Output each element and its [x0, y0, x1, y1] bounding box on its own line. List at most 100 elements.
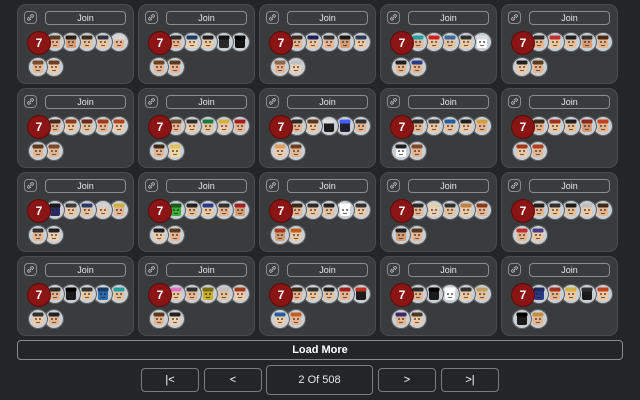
player-count-badge: 7 [149, 116, 171, 138]
page-indicator: 2 Of 508 [266, 365, 373, 395]
join-button[interactable]: Join [166, 179, 247, 193]
player-avatar[interactable] [270, 225, 290, 245]
server-card: Join 7 [380, 4, 497, 84]
server-card: Join 7 [138, 172, 255, 252]
server-card: Join 7 [380, 172, 497, 252]
player-count-badge: 7 [512, 116, 534, 138]
player-count-badge: 7 [149, 200, 171, 222]
copy-link-icon[interactable] [266, 179, 279, 192]
join-button[interactable]: Join [287, 11, 368, 25]
copy-link-icon[interactable] [387, 263, 400, 276]
join-button[interactable]: Join [45, 95, 126, 109]
join-button[interactable]: Join [166, 263, 247, 277]
player-avatar[interactable] [391, 57, 411, 77]
pagination: |< < 2 Of 508 > >| [0, 365, 640, 395]
copy-link-icon[interactable] [508, 95, 521, 108]
server-card: Join 7 [501, 172, 618, 252]
copy-link-icon[interactable] [508, 11, 521, 24]
join-button[interactable]: Join [166, 11, 247, 25]
player-avatar[interactable] [149, 141, 169, 161]
copy-link-icon[interactable] [387, 11, 400, 24]
player-avatar[interactable] [28, 141, 48, 161]
server-card: Join 7 [138, 256, 255, 336]
server-card: Join 7 [501, 4, 618, 84]
player-avatar[interactable] [391, 225, 411, 245]
player-avatar[interactable] [149, 225, 169, 245]
copy-link-icon[interactable] [24, 263, 37, 276]
join-button[interactable]: Join [529, 11, 610, 25]
join-button[interactable]: Join [529, 179, 610, 193]
player-avatar[interactable] [512, 57, 532, 77]
copy-link-icon[interactable] [387, 95, 400, 108]
player-count-badge: 7 [391, 116, 413, 138]
player-count-badge: 7 [391, 32, 413, 54]
copy-link-icon[interactable] [145, 179, 158, 192]
join-button[interactable]: Join [408, 11, 489, 25]
server-card: Join 7 [17, 256, 134, 336]
server-card: Join 7 [259, 4, 376, 84]
copy-link-icon[interactable] [24, 11, 37, 24]
player-count-badge: 7 [149, 32, 171, 54]
join-button[interactable]: Join [408, 179, 489, 193]
server-card: Join 7 [380, 88, 497, 168]
join-button[interactable]: Join [287, 263, 368, 277]
server-card: Join 7 [17, 88, 134, 168]
copy-link-icon[interactable] [145, 11, 158, 24]
player-avatar[interactable] [270, 309, 290, 329]
copy-link-icon[interactable] [387, 179, 400, 192]
player-avatar[interactable] [149, 309, 169, 329]
join-button[interactable]: Join [287, 179, 368, 193]
join-button[interactable]: Join [45, 179, 126, 193]
copy-link-icon[interactable] [24, 95, 37, 108]
copy-link-icon[interactable] [145, 95, 158, 108]
server-card: Join 7 [501, 256, 618, 336]
copy-link-icon[interactable] [266, 263, 279, 276]
player-avatar[interactable] [512, 309, 532, 329]
join-button[interactable]: Join [287, 95, 368, 109]
last-page-button[interactable]: >| [441, 368, 499, 392]
server-card: Join 7 [259, 256, 376, 336]
player-avatar[interactable] [149, 57, 169, 77]
next-page-button[interactable]: > [378, 368, 436, 392]
player-count-badge: 7 [28, 200, 50, 222]
join-button[interactable]: Join [166, 95, 247, 109]
player-avatar[interactable] [512, 141, 532, 161]
player-avatar[interactable] [28, 309, 48, 329]
server-card: Join 7 [259, 88, 376, 168]
player-avatar[interactable] [270, 57, 290, 77]
player-avatar[interactable] [28, 57, 48, 77]
server-card: Join 7 [501, 88, 618, 168]
player-avatar[interactable] [270, 141, 290, 161]
first-page-button[interactable]: |< [141, 368, 199, 392]
copy-link-icon[interactable] [24, 179, 37, 192]
server-card: Join 7 [17, 4, 134, 84]
join-button[interactable]: Join [45, 11, 126, 25]
player-count-badge: 7 [512, 284, 534, 306]
player-avatar[interactable] [512, 225, 532, 245]
load-more-button[interactable]: Load More [17, 340, 623, 360]
player-count-badge: 7 [270, 200, 292, 222]
join-button[interactable]: Join [529, 263, 610, 277]
join-button[interactable]: Join [45, 263, 126, 277]
join-button[interactable]: Join [408, 95, 489, 109]
server-card: Join 7 [259, 172, 376, 252]
player-avatar[interactable] [391, 309, 411, 329]
join-button[interactable]: Join [529, 95, 610, 109]
server-grid: Join 7 Join 7 Join 7 Join 7 Join 7 Join 7 Join 7 Join 7… [17, 4, 618, 336]
copy-link-icon[interactable] [145, 263, 158, 276]
player-count-badge: 7 [28, 116, 50, 138]
join-button[interactable]: Join [408, 263, 489, 277]
server-card: Join 7 [17, 172, 134, 252]
player-count-badge: 7 [512, 32, 534, 54]
copy-link-icon[interactable] [266, 11, 279, 24]
prev-page-button[interactable]: < [204, 368, 262, 392]
copy-link-icon[interactable] [266, 95, 279, 108]
player-count-badge: 7 [270, 32, 292, 54]
copy-link-icon[interactable] [508, 179, 521, 192]
player-avatar[interactable] [28, 225, 48, 245]
server-card: Join 7 [138, 4, 255, 84]
player-count-badge: 7 [28, 284, 50, 306]
player-count-badge: 7 [149, 284, 171, 306]
player-avatar[interactable] [391, 141, 411, 161]
copy-link-icon[interactable] [508, 263, 521, 276]
